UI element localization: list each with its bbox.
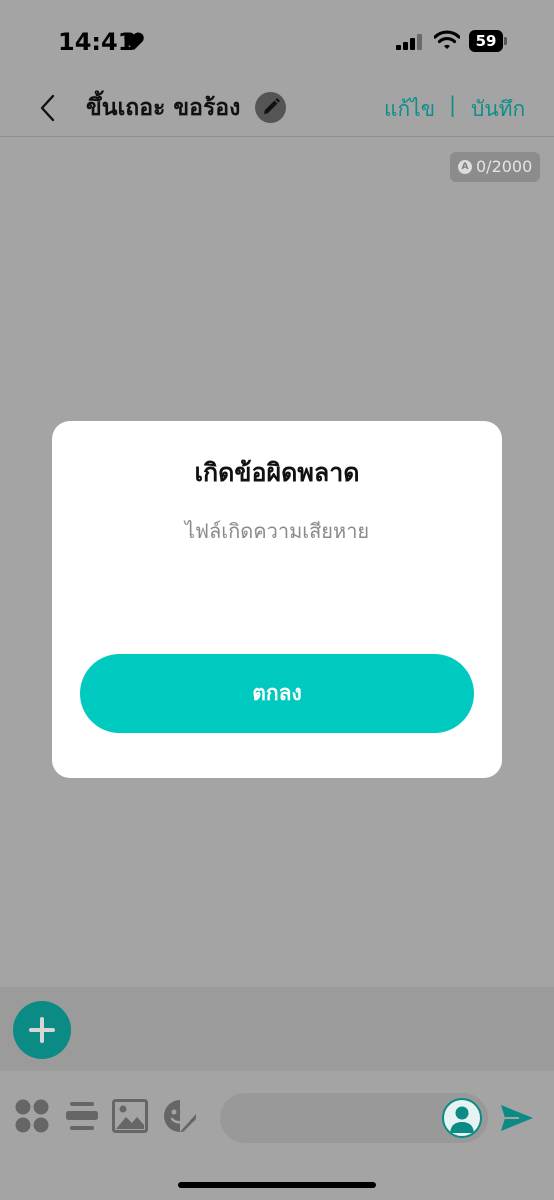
status-bar: 14:41 59 [0,0,554,80]
apps-icon[interactable] [14,1098,50,1134]
edit-button[interactable]: แก้ไข [384,93,435,126]
list-icon[interactable] [64,1098,100,1134]
battery-tip [504,37,507,45]
wifi-icon [434,30,460,49]
save-button[interactable]: บันทึก [471,93,525,126]
sticker-icon[interactable] [162,1098,198,1134]
char-counter: A 0/2000 [450,152,540,182]
pencil-icon [264,98,280,114]
page-title: ขึ้นเถอะ ขอร้อง [86,95,241,121]
home-indicator[interactable] [178,1182,376,1188]
signal-icon [396,34,422,50]
edit-title-button[interactable] [255,92,286,123]
header-separator: | [449,93,457,117]
add-button[interactable] [13,1001,71,1059]
error-dialog: เกิดข้อผิดพลาด ไฟล์เกิดความเสียหาย ตกลง [52,421,502,778]
battery-level: 59 [475,32,497,50]
send-icon[interactable] [499,1102,535,1134]
ok-button[interactable]: ตกลง [80,654,474,733]
image-icon[interactable] [112,1098,148,1134]
note-header: ขึ้นเถอะ ขอร้อง แก้ไข | บันทึก [0,80,554,137]
chevron-left-icon[interactable] [34,92,62,124]
text-icon: A [458,160,472,174]
avatar-icon [450,1106,474,1133]
avatar-button[interactable] [442,1098,482,1138]
battery-indicator: 59 [469,30,507,52]
dialog-message: ไฟล์เกิดความเสียหาย [184,519,370,543]
home-area [0,1165,554,1200]
dialog-title: เกิดข้อผิดพลาด [194,458,360,487]
bottom-toolbar [0,1071,554,1165]
add-bar [0,987,554,1071]
plus-icon [29,1017,55,1043]
heart-icon [124,32,144,50]
message-input[interactable] [220,1093,488,1143]
char-counter-text: 0/2000 [476,157,533,176]
